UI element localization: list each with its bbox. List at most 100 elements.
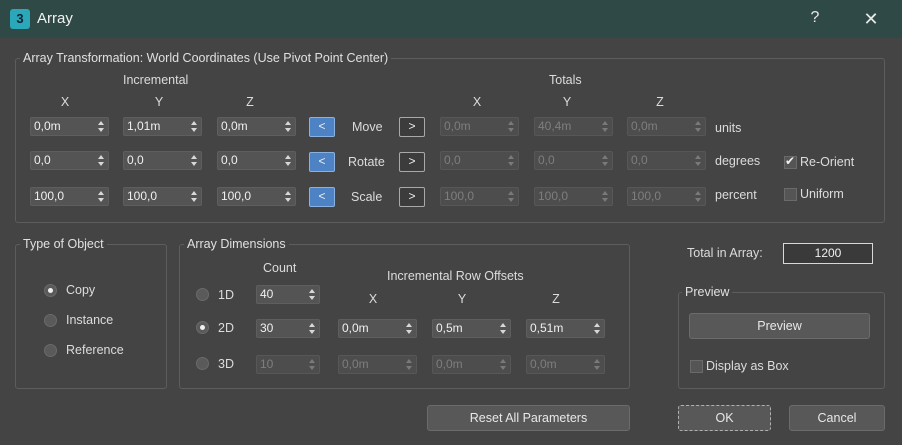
scale-inc-x-spinner[interactable]: 100,0 <box>30 187 109 206</box>
offset-axis-z: Z <box>552 292 560 306</box>
rotate-label: Rotate <box>348 155 385 169</box>
move-use-incremental-button[interactable]: < <box>309 117 335 137</box>
incremental-label: Incremental <box>123 73 189 87</box>
spinner-arrows-icon[interactable] <box>285 120 291 133</box>
dim-1d-radio[interactable] <box>196 288 209 301</box>
rotate-inc-x-spinner[interactable]: 0,0 <box>30 151 109 170</box>
move-label: Move <box>352 120 383 134</box>
offset-axis-y: Y <box>457 292 467 306</box>
spinner-arrows-icon[interactable] <box>98 154 104 167</box>
incremental-row-offsets-label: Incremental Row Offsets <box>387 269 524 283</box>
spinner-arrows-icon[interactable] <box>191 120 197 133</box>
reorient-label: Re-Orient <box>800 155 855 169</box>
spinner-value: 30 <box>260 321 274 335</box>
spinner-arrows-icon <box>602 190 608 203</box>
spinner-arrows-icon <box>695 154 701 167</box>
rotate-use-totals-button[interactable]: > <box>399 152 425 172</box>
dim-2d-radio[interactable] <box>196 321 209 334</box>
spinner-arrows-icon <box>695 120 701 133</box>
spinner-arrows-icon <box>602 154 608 167</box>
ok-button[interactable]: OK <box>678 405 771 431</box>
help-button[interactable]: ? <box>804 6 826 30</box>
scale-use-incremental-button[interactable]: < <box>309 187 335 207</box>
cancel-button[interactable]: Cancel <box>789 405 885 431</box>
spinner-value: 0,0m <box>34 119 61 133</box>
spinner-arrows-icon[interactable] <box>98 190 104 203</box>
spinner-value: 0,0m <box>342 321 369 335</box>
scale-inc-y-spinner[interactable]: 100,0 <box>123 187 202 206</box>
spinner-value: 100,0 <box>221 189 252 203</box>
move-tot-y-spinner: 40,4m <box>534 117 613 136</box>
spinner-arrows-icon[interactable] <box>500 322 506 335</box>
move-inc-z-spinner[interactable]: 0,0m <box>217 117 296 136</box>
title-bar <box>0 0 902 38</box>
spinner-arrows-icon[interactable] <box>285 190 291 203</box>
scale-label: Scale <box>351 190 383 204</box>
instance-radio[interactable] <box>44 314 57 327</box>
rotate-tot-z-spinner: 0,0 <box>627 151 706 170</box>
spinner-value: 0,0 <box>34 153 51 167</box>
count-label: Count <box>263 261 297 275</box>
spinner-arrows-icon[interactable] <box>406 322 412 335</box>
close-icon[interactable]: ✕ <box>858 6 884 32</box>
preview-button[interactable]: Preview <box>689 313 870 339</box>
spinner-arrows-icon[interactable] <box>191 190 197 203</box>
total-in-array-field: 1200 <box>783 243 873 264</box>
offset-2d-y-spinner[interactable]: 0,5m <box>432 319 511 338</box>
spinner-arrows-icon[interactable] <box>98 120 104 133</box>
move-unit-label: units <box>715 121 742 135</box>
spinner-value: 0,51m <box>530 321 564 335</box>
spinner-value: 0,0m <box>530 357 557 371</box>
spinner-arrows-icon <box>602 120 608 133</box>
spinner-value: 100,0 <box>631 189 662 203</box>
copy-label: Copy <box>66 283 96 297</box>
move-inc-y-spinner[interactable]: 1,01m <box>123 117 202 136</box>
scale-inc-z-spinner[interactable]: 100,0 <box>217 187 296 206</box>
spinner-value: 100,0 <box>34 189 65 203</box>
rotate-inc-z-spinner[interactable]: 0,0 <box>217 151 296 170</box>
reference-radio[interactable] <box>44 344 57 357</box>
display-as-box-checkbox[interactable] <box>690 360 703 373</box>
tot-axis-z: Z <box>656 95 664 109</box>
dim-3d-radio[interactable] <box>196 357 209 370</box>
type-of-object-legend: Type of Object <box>20 237 107 251</box>
scale-use-totals-button[interactable]: > <box>399 187 425 207</box>
spinner-value: 0,0 <box>221 153 238 167</box>
offset-axis-x: X <box>368 292 378 306</box>
spinner-arrows-icon[interactable] <box>285 154 291 167</box>
tot-axis-x: X <box>472 95 482 109</box>
count-2d-spinner[interactable]: 30 <box>256 319 320 338</box>
scale-unit-label: percent <box>715 188 757 202</box>
reset-all-parameters-button[interactable]: Reset All Parameters <box>427 405 630 431</box>
offset-2d-z-spinner[interactable]: 0,51m <box>526 319 605 338</box>
spinner-value: 0,0m <box>436 357 463 371</box>
spinner-arrows-icon[interactable] <box>309 288 315 301</box>
move-inc-x-spinner[interactable]: 0,0m <box>30 117 109 136</box>
spinner-arrows-icon[interactable] <box>309 322 315 335</box>
scale-tot-x-spinner: 100,0 <box>440 187 519 206</box>
scale-tot-z-spinner: 100,0 <box>627 187 706 206</box>
spinner-arrows-icon <box>508 154 514 167</box>
spinner-arrows-icon <box>594 358 600 371</box>
offset-3d-x-spinner: 0,0m <box>338 355 417 374</box>
rotate-inc-y-spinner[interactable]: 0,0 <box>123 151 202 170</box>
offset-3d-y-spinner: 0,0m <box>432 355 511 374</box>
move-use-totals-button[interactable]: > <box>399 117 425 137</box>
dim-2d-label: 2D <box>218 321 234 335</box>
count-1d-spinner[interactable]: 40 <box>256 285 320 304</box>
spinner-arrows-icon[interactable] <box>191 154 197 167</box>
inc-axis-x: X <box>60 95 70 109</box>
spinner-value: 0,0 <box>631 153 648 167</box>
inc-axis-y: Y <box>154 95 164 109</box>
uniform-checkbox[interactable] <box>784 188 797 201</box>
spinner-arrows-icon[interactable] <box>594 322 600 335</box>
offset-2d-x-spinner[interactable]: 0,0m <box>338 319 417 338</box>
rotate-use-incremental-button[interactable]: < <box>309 152 335 172</box>
reorient-checkbox[interactable] <box>784 154 797 169</box>
spinner-value: 40,4m <box>538 119 572 133</box>
spinner-value: 40 <box>260 287 274 301</box>
spinner-value: 100,0 <box>127 189 158 203</box>
reference-label: Reference <box>66 343 124 357</box>
tot-axis-y: Y <box>562 95 572 109</box>
copy-radio[interactable] <box>44 284 57 297</box>
